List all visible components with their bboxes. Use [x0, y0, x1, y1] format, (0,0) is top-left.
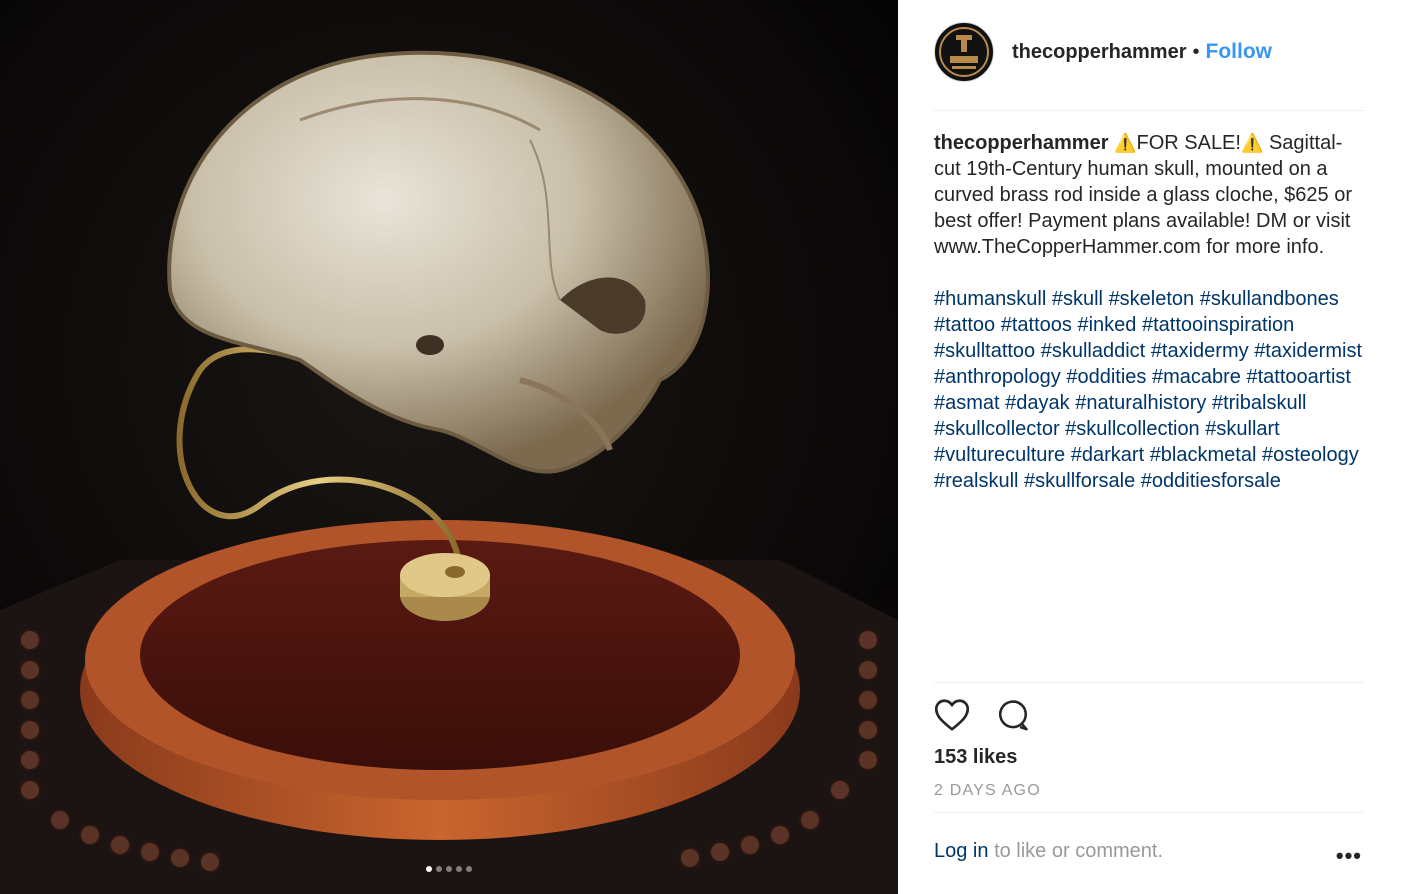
- avatar[interactable]: [934, 22, 994, 82]
- copper-hammer-logo-icon: [939, 27, 989, 77]
- caption-headline: FOR SALE!: [1136, 132, 1241, 154]
- comment-icon[interactable]: [996, 698, 1030, 732]
- hashtag-link[interactable]: #skeleton: [1109, 288, 1195, 310]
- hashtag-link[interactable]: #osteology: [1262, 444, 1359, 466]
- post-timestamp[interactable]: 2 DAYS AGO: [934, 782, 1041, 800]
- hashtag-link[interactable]: #naturalhistory: [1075, 392, 1206, 414]
- hashtag-link[interactable]: #skull: [1052, 288, 1103, 310]
- hashtag-link[interactable]: #skulltattoo: [934, 340, 1035, 362]
- hashtag-link[interactable]: #vultureculture: [934, 444, 1065, 466]
- hashtag-link[interactable]: #macabre: [1152, 366, 1241, 388]
- carousel-dot[interactable]: [446, 866, 452, 872]
- follow-button[interactable]: Follow: [1206, 40, 1273, 64]
- hashtag-link[interactable]: #tattoo: [934, 314, 995, 336]
- carousel-dot[interactable]: [426, 866, 432, 872]
- hashtag-link[interactable]: #odditiesforsale: [1141, 470, 1281, 492]
- login-link[interactable]: Log in: [934, 840, 989, 862]
- post-caption: thecopperhammer ⚠️FOR SALE!⚠️ Sagittal-c…: [934, 130, 1364, 494]
- hashtag-link[interactable]: #asmat: [934, 392, 1000, 414]
- hashtag-link[interactable]: #skulladdict: [1041, 340, 1146, 362]
- more-options-button[interactable]: •••: [1336, 843, 1362, 869]
- warning-icon: ⚠️: [1114, 133, 1137, 153]
- hashtag-link[interactable]: #anthropology: [934, 366, 1061, 388]
- hashtag-link[interactable]: #skullcollector: [934, 418, 1060, 440]
- hashtag-link[interactable]: #blackmetal: [1150, 444, 1257, 466]
- hashtag-link[interactable]: #skullcollection: [1065, 418, 1200, 440]
- carousel-dot[interactable]: [456, 866, 462, 872]
- hashtag-link[interactable]: #oddities: [1066, 366, 1146, 388]
- header-divider: [934, 110, 1364, 111]
- login-suffix: to like or comment.: [994, 840, 1164, 862]
- hashtag-link[interactable]: #darkart: [1071, 444, 1144, 466]
- hashtag-link[interactable]: #tattooinspiration: [1142, 314, 1294, 336]
- hashtag-link[interactable]: #skullandbones: [1200, 288, 1339, 310]
- post-sidebar: thecopperhammer • Follow thecopperhammer…: [898, 0, 1402, 894]
- carousel-dot[interactable]: [466, 866, 472, 872]
- like-count[interactable]: 153 likes: [934, 746, 1017, 769]
- hashtag-link[interactable]: #inked: [1077, 314, 1136, 336]
- heart-icon[interactable]: [934, 698, 970, 732]
- carousel-dot[interactable]: [436, 866, 442, 872]
- hashtag-link[interactable]: #taxidermy: [1151, 340, 1249, 362]
- hashtag-link[interactable]: #taxidermist: [1254, 340, 1362, 362]
- post-actions: [934, 698, 1030, 732]
- hashtag-link[interactable]: #realskull: [934, 470, 1018, 492]
- actions-divider: [934, 682, 1364, 683]
- header-username[interactable]: thecopperhammer: [1012, 41, 1187, 64]
- hashtag-link[interactable]: #humanskull: [934, 288, 1046, 310]
- post-header: thecopperhammer • Follow: [934, 20, 1364, 84]
- carousel-indicator: [0, 866, 898, 872]
- caption-username[interactable]: thecopperhammer: [934, 132, 1109, 154]
- login-prompt: Log in to like or comment.: [934, 840, 1163, 863]
- post-photo[interactable]: [0, 0, 898, 894]
- hashtag-link[interactable]: #tribalskull: [1212, 392, 1306, 414]
- footer-divider: [934, 812, 1364, 813]
- hashtag-link[interactable]: #skullart: [1205, 418, 1279, 440]
- hashtag-link[interactable]: #tattoos: [1001, 314, 1072, 336]
- hashtag-list: #humanskull #skull #skeleton #skullandbo…: [934, 286, 1364, 494]
- hashtag-link[interactable]: #tattooartist: [1246, 366, 1351, 388]
- skull-photo-image: [0, 0, 898, 894]
- hashtag-link[interactable]: #skullforsale: [1024, 470, 1135, 492]
- warning-icon: ⚠️: [1240, 133, 1264, 153]
- separator-dot: •: [1192, 40, 1200, 63]
- hashtag-link[interactable]: #dayak: [1005, 392, 1070, 414]
